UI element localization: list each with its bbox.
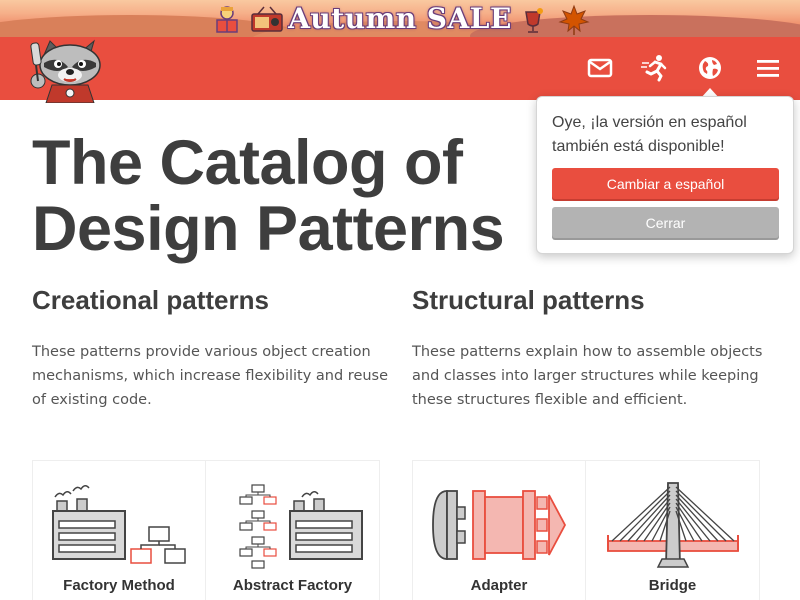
section-description: These patterns explain how to assemble o… [412, 344, 763, 408]
raccoon-mascot-logo[interactable] [22, 37, 112, 104]
running-man-icon[interactable] [638, 51, 672, 85]
pattern-card-factory-method[interactable]: Factory Method [32, 460, 206, 600]
section-description: These patterns provide various object cr… [32, 344, 389, 408]
card-label: Abstract Factory [232, 577, 353, 594]
language-popover-message: Oye, ¡la versión en español también está… [552, 114, 747, 155]
bridge-icon [607, 482, 739, 568]
section-heading[interactable]: Creational patterns [32, 282, 392, 318]
hamburger-menu-icon[interactable] [751, 51, 785, 85]
factory-method-icon [52, 485, 186, 564]
site-header [0, 37, 800, 104]
close-popover-button[interactable]: Cerrar [552, 207, 779, 238]
promo-banner[interactable]: Autumn SALE [0, 0, 800, 37]
pattern-card-bridge[interactable]: Bridge [586, 460, 760, 600]
structural-section: Structural patterns These patterns expla… [412, 282, 772, 412]
mulled-wine-icon [520, 4, 550, 34]
card-label: Bridge [648, 577, 697, 594]
promo-title[interactable]: Autumn SALE [288, 2, 512, 35]
card-label: Factory Method [63, 577, 175, 594]
creational-cards: Factory Method Abstract Factory [32, 460, 380, 600]
section-heading[interactable]: Structural patterns [412, 282, 772, 318]
structural-cards: Adapter Bridge [412, 460, 760, 600]
reading-book-icon [212, 4, 242, 34]
abstract-factory-icon [239, 484, 363, 569]
pattern-card-adapter[interactable]: Adapter [412, 460, 586, 600]
language-popover: Oye, ¡la versión en español también está… [536, 96, 794, 254]
adapter-icon [432, 490, 567, 560]
radio-icon [250, 4, 283, 34]
card-label: Adapter [470, 577, 528, 594]
creational-section: Creational patterns These patterns provi… [32, 282, 392, 412]
switch-to-spanish-button[interactable]: Cambiar a español [552, 168, 779, 199]
pattern-card-abstract-factory[interactable]: Abstract Factory [206, 460, 380, 600]
globe-icon[interactable] [693, 51, 727, 99]
page-title: The Catalog of Design Patterns [32, 128, 505, 264]
mail-icon[interactable] [583, 51, 617, 85]
maple-leaf-icon [558, 4, 590, 35]
